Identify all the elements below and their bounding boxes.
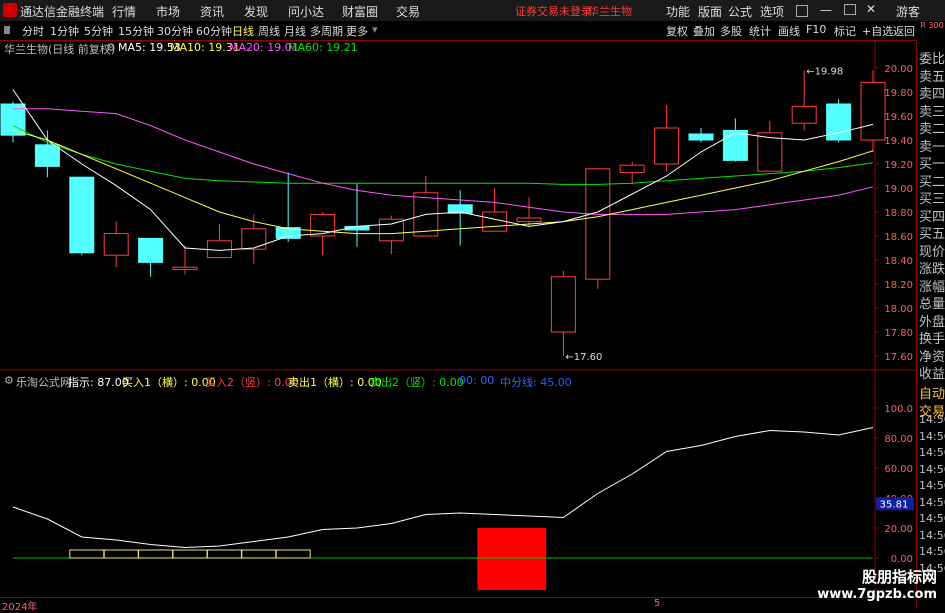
sub-axis-label: 100.0 xyxy=(884,404,913,415)
side-panel-label[interactable]: 总量 xyxy=(919,293,945,312)
sub-zhishi: 指示: 87.00 xyxy=(68,376,129,389)
price-axis-label: 19.40 xyxy=(884,136,913,147)
date-year-label: 2024年 xyxy=(2,602,38,613)
candle-up xyxy=(378,218,404,242)
side-panel-label[interactable]: 自动 xyxy=(919,383,945,402)
side-panel-label[interactable]: 买五 xyxy=(919,223,945,242)
candle-up xyxy=(310,213,336,237)
yellow-mark xyxy=(275,549,311,559)
side-panel-label[interactable]: 卖一 xyxy=(919,136,945,155)
sub-chart-info: ⚙ 乐淘公式网 指示: 87.00 买入1（横）: 0.00 买入2（竖）: 0… xyxy=(0,373,875,389)
watermark-url: www.7gpzb.com xyxy=(817,587,937,602)
sub-settings-icon[interactable]: ⚙ xyxy=(4,374,14,387)
yellow-mark xyxy=(241,549,277,559)
sub-axis-label: 80.00 xyxy=(884,434,913,445)
candle-up xyxy=(860,81,886,141)
candle-up xyxy=(482,211,508,232)
side-panel-label[interactable]: 14:56 xyxy=(919,413,945,426)
price-axis-label: 17.60 xyxy=(884,352,913,363)
price-axis-label: 19.00 xyxy=(884,184,913,195)
candle-up xyxy=(172,266,198,271)
side-panel-label[interactable]: 14:56 xyxy=(919,496,945,509)
side-panel-label[interactable]: 14:56 xyxy=(919,529,945,542)
ma5-line xyxy=(12,89,874,251)
indicator-line xyxy=(12,427,874,549)
candle-up xyxy=(206,240,232,259)
side-panel-label[interactable]: 买一 xyxy=(919,153,945,172)
candle-down xyxy=(34,144,60,167)
candle-up xyxy=(516,217,542,223)
candle-up xyxy=(619,164,645,173)
candle-up xyxy=(103,233,129,256)
side-panel-label[interactable]: 买三 xyxy=(919,188,945,207)
price-axis-label: 18.40 xyxy=(884,256,913,267)
candle-up xyxy=(654,127,680,165)
sub-buy1: 买入1（横）: 0.00 xyxy=(122,376,216,389)
side-panel-label[interactable]: 卖四 xyxy=(919,83,945,102)
watermark-title: 股朋指标网 xyxy=(861,568,937,586)
high-annotation: ←19.98 xyxy=(806,66,843,77)
r-indicator[interactable]: R 300 xyxy=(920,22,944,30)
sub-current-value: 35.81 xyxy=(880,499,909,510)
side-panel-label[interactable]: 涨幅 xyxy=(919,276,945,295)
candle-up xyxy=(791,105,817,124)
side-panel-label[interactable]: 14:56 xyxy=(919,512,945,525)
side-panel-label[interactable]: 卖二 xyxy=(919,118,945,137)
sub-buy2: 买入2（竖）: 0.00 xyxy=(205,376,299,389)
buy-signal-block xyxy=(477,528,547,590)
price-axis-label: 18.00 xyxy=(884,304,913,315)
side-panel-label[interactable]: 涨跌 xyxy=(919,258,945,277)
sub-axis-label: 20.00 xyxy=(884,524,913,535)
price-axis-label: 19.80 xyxy=(884,88,913,99)
date-month-label: 5 xyxy=(654,598,661,609)
side-panel-label[interactable]: 卖三 xyxy=(919,101,945,120)
candle-down xyxy=(722,129,748,161)
side-panel-label[interactable]: 换手 xyxy=(919,328,945,347)
yellow-mark xyxy=(69,549,105,559)
sub-sell2: 卖出2（竖）: 0.00 xyxy=(370,376,464,389)
side-panel-label[interactable]: 14:56 xyxy=(919,446,945,459)
site-watermark: 股朋指标网 www.7gpzb.com xyxy=(817,566,937,602)
side-panel-label[interactable]: 委比 xyxy=(919,48,945,67)
side-panel-label[interactable]: 收益 xyxy=(919,363,945,382)
side-panel-label[interactable]: 净资 xyxy=(919,346,945,365)
price-axis-label: 17.80 xyxy=(884,328,913,339)
yellow-mark xyxy=(172,549,208,559)
date-axis: 2024年 5 xyxy=(0,597,916,613)
price-axis-label: 20.00 xyxy=(884,64,913,75)
candle-up xyxy=(585,168,611,280)
sub-mid: 中分线: 45.00 xyxy=(500,376,572,389)
side-panel-label[interactable]: 买四 xyxy=(919,206,945,225)
side-panel-label[interactable]: 14:56 xyxy=(919,479,945,492)
sub-axis-label: 0.00 xyxy=(891,554,913,565)
candle-up xyxy=(550,276,576,333)
side-panel-label[interactable]: 14:56 xyxy=(919,430,945,443)
price-axis-label: 18.60 xyxy=(884,232,913,243)
price-axis-label: 19.20 xyxy=(884,160,913,171)
candle-down xyxy=(69,176,95,254)
sub-00: 00: 00 xyxy=(459,374,495,387)
sub-sell1: 卖出1（横）: 0.00 xyxy=(288,376,382,389)
price-axis-label: 18.20 xyxy=(884,280,913,291)
side-panel-label[interactable]: 外盘 xyxy=(919,311,945,330)
yellow-mark xyxy=(138,549,174,559)
side-panel-label[interactable]: 14:56 xyxy=(919,463,945,476)
yellow-mark xyxy=(103,549,139,559)
candle-down xyxy=(688,133,714,141)
low-annotation: ←17.60 xyxy=(565,352,602,363)
price-axis-label: 19.60 xyxy=(884,112,913,123)
price-axis-label: 18.80 xyxy=(884,208,913,219)
ma20-line xyxy=(13,108,874,215)
quote-side-panel: 委比 卖五 卖四 卖三 卖二 卖一 买一 买二 买三 买四 买五 现价 涨跌 涨幅 总量 外盘 换手 净资 收益 自动… xyxy=(916,40,945,609)
kline-chart[interactable]: 20.00 19.80 19.60 19.40 19.20 19.00 18.80 18.60… xyxy=(0,0,945,609)
sub-axis-label: 60.00 xyxy=(884,464,913,475)
side-panel-label[interactable]: 14:56 xyxy=(919,545,945,558)
side-panel-label[interactable]: 现价 xyxy=(919,241,945,260)
sub-formula-name: 乐淘公式网 xyxy=(16,376,71,389)
side-panel-label[interactable]: 卖五 xyxy=(919,66,945,85)
candle-down xyxy=(138,237,164,263)
yellow-mark xyxy=(206,549,242,559)
candle-up xyxy=(241,228,267,250)
side-panel-label[interactable]: 买二 xyxy=(919,171,945,190)
